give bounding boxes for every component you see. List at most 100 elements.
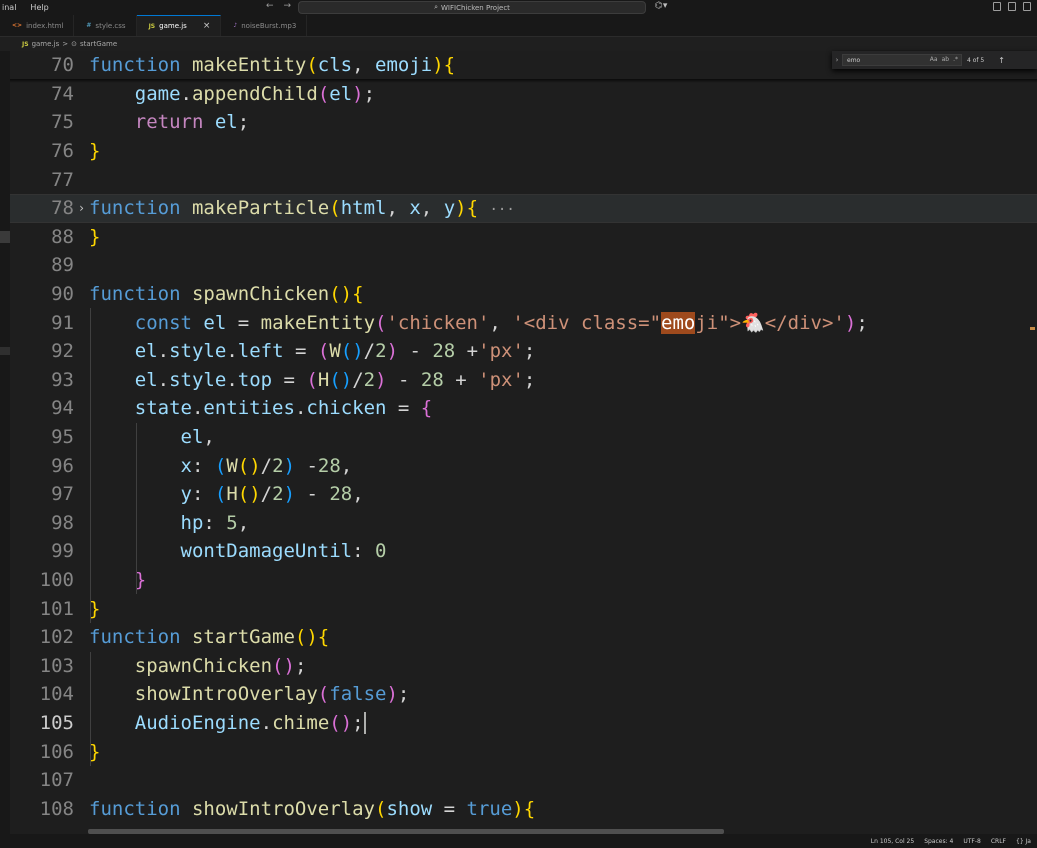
folded-region-ellipsis[interactable]: ··· (490, 202, 515, 218)
indentation[interactable]: Spaces: 4 (924, 838, 953, 845)
code-token: function (89, 797, 192, 820)
code-token: , (386, 197, 410, 220)
code-line[interactable]: 88} (10, 223, 1037, 252)
code-line[interactable]: 91 const el = makeEntity('chicken', '<di… (10, 308, 1037, 337)
layout-controls (993, 2, 1031, 11)
toggle-replace-icon[interactable]: › (832, 56, 842, 64)
code-line[interactable]: 90 function spawnChicken(){ (10, 280, 1037, 309)
code-token: () (237, 454, 261, 477)
code-line[interactable]: 93 el.style.top = (H()/2) - 28 + 'px'; (10, 366, 1037, 395)
line-number: 103 (39, 654, 74, 677)
cursor-position[interactable]: Ln 105, Col 25 (871, 838, 914, 845)
code-text: wontDamageUntil: 0 (89, 540, 387, 563)
code-token: ; (294, 654, 307, 677)
code-token: left (237, 340, 284, 363)
code-line[interactable]: 92 el.style.left = (W()/2) - 28 +'px'; (10, 337, 1037, 366)
tab-style-css[interactable]: # style.css (74, 15, 137, 36)
find-input[interactable]: emo Aa ab .* (842, 54, 962, 66)
regex-icon[interactable]: .* (953, 56, 958, 63)
code-line[interactable]: 104 showIntroOverlay(false); (10, 680, 1037, 709)
code-token: el (134, 368, 158, 391)
layout-toggle-icon[interactable] (993, 2, 1001, 11)
code-line[interactable]: 77 (10, 165, 1037, 194)
js-file-icon: JS (22, 40, 29, 48)
line-number: 106 (39, 740, 74, 763)
tab-label: noiseBurst.mp3 (241, 21, 297, 30)
code-line[interactable]: 107 (10, 766, 1037, 795)
status-bar: Ln 105, Col 25 Spaces: 4 UTF-8 CRLF {} J… (0, 834, 1037, 848)
panel-toggle-icon[interactable] (1008, 2, 1016, 11)
code-token: - (398, 340, 433, 363)
code-token: 28 (432, 340, 456, 363)
sidebar-toggle-icon[interactable] (1023, 2, 1031, 11)
line-number: 105 (39, 712, 74, 735)
code-token: , (352, 483, 364, 506)
forward-button[interactable]: → (284, 1, 292, 11)
code-token: function (89, 283, 192, 306)
code-line[interactable]: 101} (10, 594, 1037, 623)
code-line[interactable]: 99 wontDamageUntil: 0 (10, 537, 1037, 566)
code-line[interactable]: 97 y: (H()/2) - 28, (10, 480, 1037, 509)
copilot-button[interactable]: ⌬▾ (655, 1, 667, 11)
code-token: + (443, 368, 479, 391)
code-line[interactable]: 100 } (10, 566, 1037, 595)
vertical-scrollbar[interactable] (1025, 51, 1037, 829)
menu-item-help[interactable]: Help (28, 3, 50, 12)
line-number: 78 (51, 197, 74, 220)
html-file-icon: <> (12, 22, 23, 29)
code-editor[interactable]: 70 function makeEntity(cls, emoji){74 gam… (10, 51, 1037, 829)
tab-game-js[interactable]: JS game.js × (136, 15, 222, 36)
code-token: el (329, 82, 353, 105)
fold-chevron-icon[interactable]: › (74, 201, 89, 215)
language-mode[interactable]: {} Ja (1016, 838, 1031, 845)
code-line[interactable]: 96 x: (W()/2) -28, (10, 451, 1037, 480)
code-token: : (191, 454, 215, 477)
previous-match-icon[interactable]: ↑ (998, 56, 1005, 65)
code-text: x: (W()/2) -28, (89, 454, 353, 477)
code-line[interactable]: 89 (10, 251, 1037, 280)
code-line[interactable]: 78 › function makeParticle(html, x, y){ ··… (10, 194, 1037, 223)
breadcrumb-symbol[interactable]: startGame (80, 40, 117, 48)
find-match-count: 4 of 5 (967, 56, 985, 64)
code-text: function spawnChicken(){ (89, 283, 364, 305)
code-token: state (134, 397, 192, 420)
code-line[interactable]: 103 spawnChicken(); (10, 652, 1037, 681)
breadcrumb-file[interactable]: game.js (32, 40, 60, 48)
code-token: { (466, 197, 479, 220)
code-line[interactable]: 94 state.entities.chicken = { (10, 394, 1037, 423)
code-token: W (226, 454, 238, 477)
match-case-icon[interactable]: Aa (930, 56, 938, 63)
code-line[interactable]: 102 function startGame(){ (10, 623, 1037, 652)
code-line[interactable]: 105 AudioEngine.chime(); (10, 709, 1037, 738)
menu-item-terminal[interactable]: inal (0, 3, 18, 12)
tab-index-html[interactable]: <> index.html (0, 15, 75, 36)
code-line[interactable]: 75 return el; (10, 108, 1037, 137)
code-line[interactable]: 108 function showIntroOverlay(show = true… (10, 795, 1037, 824)
code-token: . (191, 397, 204, 420)
code-line[interactable]: 76} (10, 137, 1037, 166)
line-number: 95 (51, 426, 74, 449)
code-line[interactable]: 98 hp: 5, (10, 509, 1037, 538)
code-line[interactable]: 106} (10, 737, 1037, 766)
code-token: el (203, 312, 227, 335)
close-icon[interactable]: × (203, 21, 211, 31)
code-token: ; (363, 82, 376, 105)
line-number: 89 (51, 254, 74, 277)
line-number: 70 (51, 54, 74, 77)
code-token: () (329, 368, 353, 391)
code-token: ) (386, 683, 398, 706)
whole-word-icon[interactable]: ab (942, 56, 950, 63)
code-token: : (352, 540, 375, 563)
line-ending[interactable]: CRLF (991, 838, 1006, 845)
code-token: + (455, 340, 479, 363)
code-line[interactable]: 95 el, (10, 423, 1037, 452)
indent-guide (90, 308, 91, 623)
tab-noiseBurst-mp3[interactable]: ♪ noiseBurst.mp3 (221, 15, 308, 36)
code-token: makeEntity (191, 54, 307, 77)
code-token: 'px' (478, 368, 524, 391)
command-center[interactable]: ⌕ WIFIChicken Project (298, 1, 646, 14)
encoding[interactable]: UTF-8 (963, 838, 981, 845)
back-button[interactable]: ← (266, 1, 274, 11)
code-line[interactable]: 74 game.appendChild(el); (10, 80, 1037, 109)
